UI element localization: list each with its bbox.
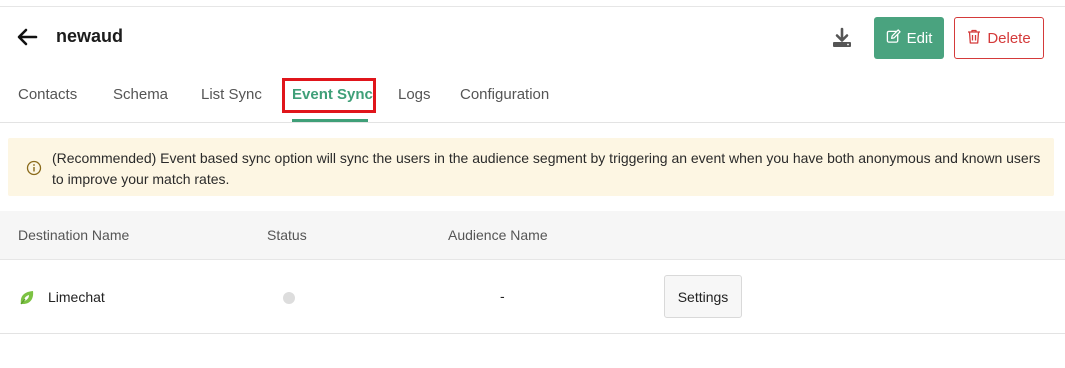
edit-button-label: Edit bbox=[906, 29, 933, 47]
page-title: newaud bbox=[56, 26, 124, 46]
table-row: Limechat - Settings bbox=[0, 260, 1065, 334]
delete-button-label: Delete bbox=[987, 29, 1031, 47]
destinations-table: Destination Name Status Audience Name Li… bbox=[0, 211, 1065, 334]
edit-button[interactable]: Edit bbox=[874, 17, 944, 59]
active-tab-underline bbox=[292, 119, 368, 122]
trash-icon bbox=[967, 29, 981, 48]
download-icon[interactable] bbox=[830, 26, 854, 50]
column-audience-name: Audience Name bbox=[448, 227, 548, 243]
page-header: newaud Edit Delete bbox=[0, 14, 1065, 64]
tab-logs[interactable]: Logs bbox=[398, 86, 431, 103]
audience-name: - bbox=[500, 288, 505, 304]
edit-icon bbox=[886, 28, 901, 48]
info-icon bbox=[26, 160, 42, 176]
recommendation-banner: (Recommended) Event based sync option wi… bbox=[8, 138, 1054, 196]
settings-button[interactable]: Settings bbox=[664, 275, 742, 318]
column-destination-name: Destination Name bbox=[18, 227, 130, 243]
tab-contacts[interactable]: Contacts bbox=[18, 86, 77, 103]
tab-configuration[interactable]: Configuration bbox=[460, 86, 549, 103]
destination-name: Limechat bbox=[48, 289, 105, 305]
tab-bar: Contacts Schema List Sync Event Sync Log… bbox=[0, 78, 1065, 123]
tab-event-sync[interactable]: Event Sync bbox=[292, 86, 373, 103]
banner-text: (Recommended) Event based sync option wi… bbox=[52, 150, 1041, 187]
column-status: Status bbox=[267, 227, 307, 243]
top-divider bbox=[0, 6, 1065, 7]
status-indicator bbox=[283, 292, 295, 304]
limechat-leaf-icon bbox=[18, 289, 36, 307]
table-header: Destination Name Status Audience Name bbox=[0, 211, 1065, 260]
delete-button[interactable]: Delete bbox=[954, 17, 1044, 59]
tab-list-sync[interactable]: List Sync bbox=[201, 86, 262, 103]
back-arrow-icon[interactable] bbox=[16, 26, 38, 48]
tab-schema[interactable]: Schema bbox=[113, 86, 168, 103]
